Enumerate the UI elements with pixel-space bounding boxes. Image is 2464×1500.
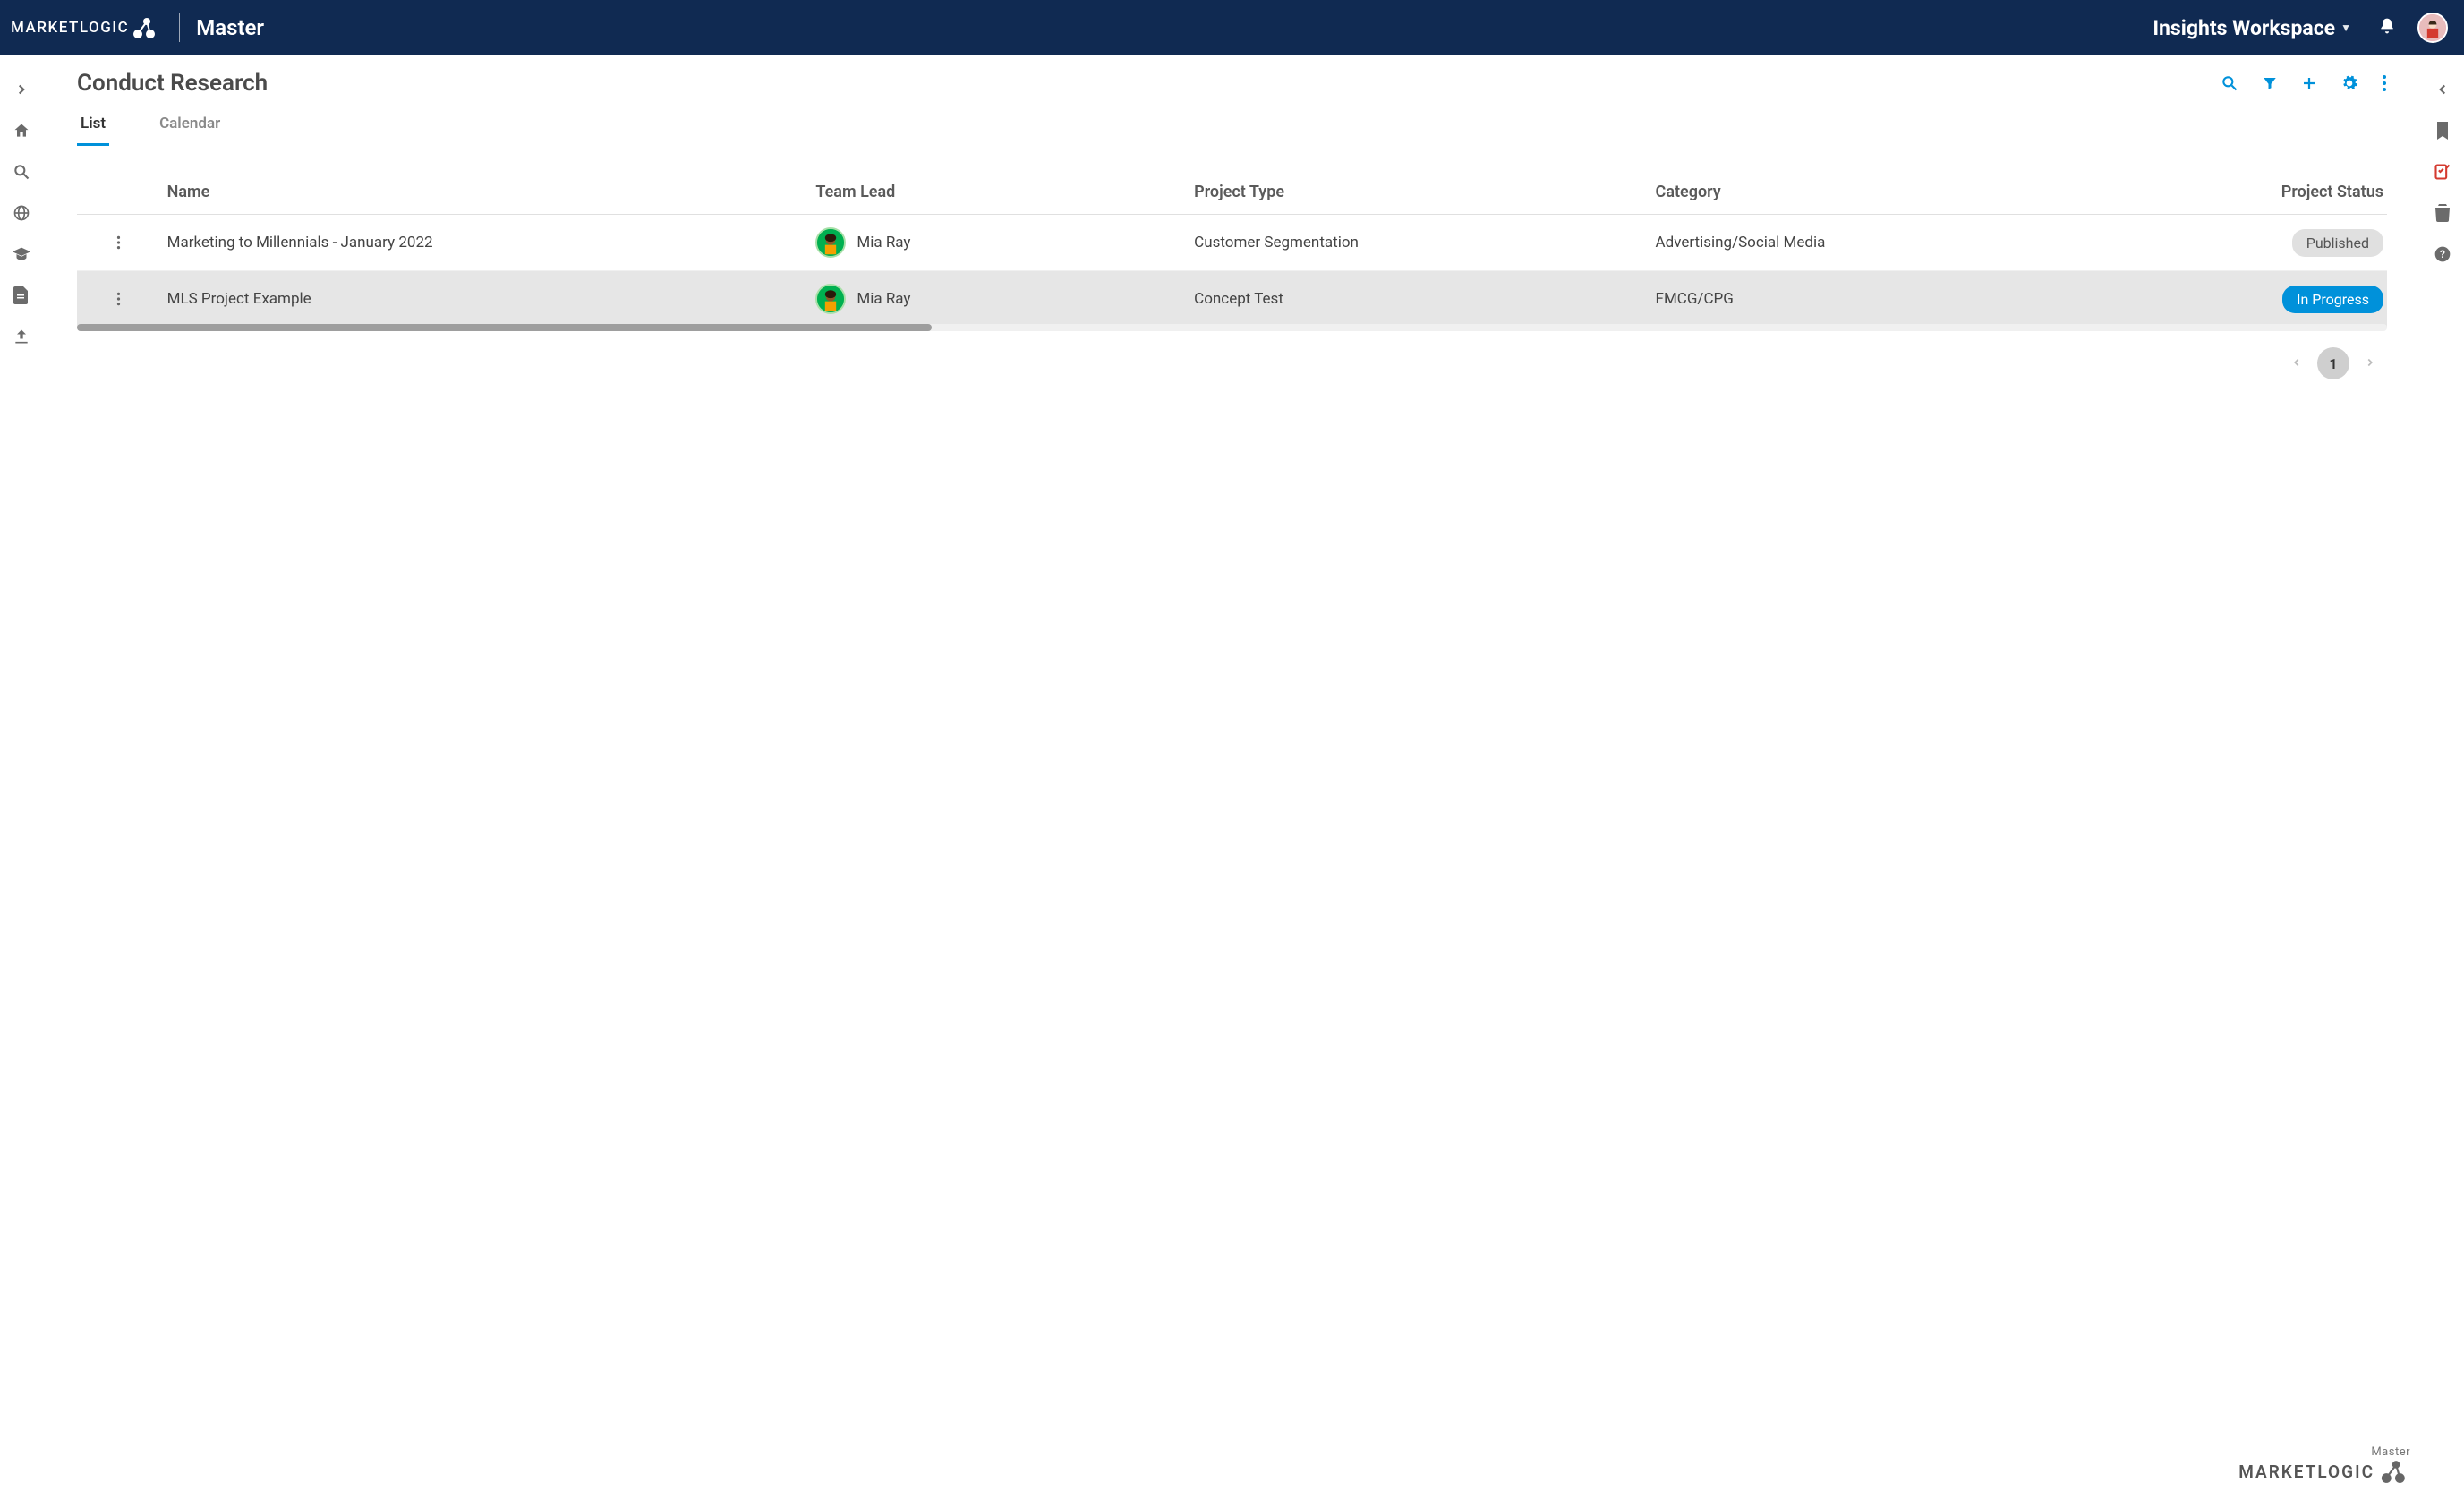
col-category[interactable]: Category bbox=[1649, 174, 2136, 215]
user-avatar[interactable] bbox=[2417, 13, 2448, 43]
cell-status: In Progress bbox=[2135, 271, 2387, 328]
nav-education[interactable] bbox=[11, 243, 32, 265]
notifications-button[interactable] bbox=[2378, 16, 2396, 39]
chevron-left-icon bbox=[2434, 81, 2451, 98]
tab-calendar[interactable]: Calendar bbox=[156, 115, 224, 146]
nav-search[interactable] bbox=[11, 161, 32, 183]
footer-brand: Master MARKETLOGIC bbox=[2238, 1445, 2410, 1484]
nav-upload[interactable] bbox=[11, 326, 32, 347]
page-next[interactable] bbox=[2360, 352, 2380, 376]
brand-logo[interactable]: MARKETLOGIC bbox=[11, 16, 159, 39]
toolbar-search-button[interactable] bbox=[2221, 74, 2238, 92]
page-title: Conduct Research bbox=[77, 70, 268, 97]
chevron-left-icon bbox=[2290, 356, 2303, 369]
toolbar-more-button[interactable] bbox=[2382, 74, 2387, 92]
scrollbar-thumb[interactable] bbox=[77, 324, 932, 331]
chevron-right-icon bbox=[2364, 356, 2376, 369]
workspace-label: Insights Workspace bbox=[2153, 16, 2335, 40]
tenant-name[interactable]: Master bbox=[196, 15, 264, 40]
toolbar-filter-button[interactable] bbox=[2262, 75, 2278, 91]
main-content: Conduct Research bbox=[43, 55, 2421, 1500]
globe-icon bbox=[13, 204, 30, 222]
row-menu-button[interactable] bbox=[84, 235, 153, 250]
tab-list[interactable]: List bbox=[77, 115, 109, 146]
projects-table: Name Team Lead Project Type Category Pro… bbox=[77, 174, 2387, 328]
brand-logo-icon bbox=[132, 16, 159, 39]
status-badge: In Progress bbox=[2282, 286, 2383, 313]
upload-icon bbox=[13, 328, 30, 345]
search-icon bbox=[2221, 74, 2238, 92]
gear-icon bbox=[2340, 74, 2358, 92]
right-nav-bookmark[interactable] bbox=[2432, 120, 2453, 141]
brand-divider bbox=[179, 13, 180, 42]
nav-documents[interactable] bbox=[11, 285, 32, 306]
cell-name[interactable]: MLS Project Example bbox=[160, 271, 809, 328]
nav-home[interactable] bbox=[11, 120, 32, 141]
horizontal-scrollbar[interactable] bbox=[77, 324, 2387, 331]
avatar-person-icon bbox=[2419, 13, 2446, 43]
right-nav: ? bbox=[2421, 55, 2464, 1500]
cell-name[interactable]: Marketing to Millennials - January 2022 bbox=[160, 215, 809, 271]
cell-project-type: Customer Segmentation bbox=[1187, 215, 1648, 271]
nav-globe[interactable] bbox=[11, 202, 32, 224]
col-team-lead[interactable]: Team Lead bbox=[808, 174, 1187, 215]
col-name[interactable]: Name bbox=[160, 174, 809, 215]
view-tabs: List Calendar bbox=[77, 115, 2387, 147]
team-lead-name: Mia Ray bbox=[857, 234, 910, 251]
page-toolbar bbox=[2221, 74, 2387, 92]
left-nav bbox=[0, 55, 43, 1500]
workspace-dropdown[interactable]: Insights Workspace ▼ bbox=[2153, 16, 2351, 40]
brand-logo-icon bbox=[2380, 1459, 2410, 1484]
expand-nav-button[interactable] bbox=[11, 79, 32, 100]
toolbar-add-button[interactable] bbox=[2301, 75, 2317, 91]
right-nav-tasks[interactable] bbox=[2432, 161, 2453, 183]
col-project-status[interactable]: Project Status bbox=[2135, 174, 2387, 215]
footer-sub: Master bbox=[2238, 1445, 2410, 1459]
cell-project-type: Concept Test bbox=[1187, 271, 1648, 328]
document-icon bbox=[13, 286, 30, 304]
page-prev[interactable] bbox=[2287, 352, 2306, 376]
team-lead-name: Mia Ray bbox=[857, 290, 910, 308]
chevron-right-icon bbox=[13, 81, 30, 98]
row-menu-button[interactable] bbox=[84, 292, 153, 306]
pagination: 1 bbox=[77, 347, 2387, 379]
collapse-right-nav-button[interactable] bbox=[2432, 79, 2453, 100]
graduation-cap-icon bbox=[12, 245, 31, 263]
trash-icon bbox=[2434, 204, 2451, 222]
team-lead-avatar bbox=[815, 227, 846, 258]
cell-status: Published bbox=[2135, 215, 2387, 271]
checklist-icon bbox=[2434, 163, 2451, 181]
search-icon bbox=[13, 163, 30, 181]
more-vertical-icon bbox=[116, 292, 121, 306]
filter-icon bbox=[2262, 75, 2278, 91]
cell-team-lead[interactable]: Mia Ray bbox=[808, 215, 1187, 271]
toolbar-settings-button[interactable] bbox=[2340, 74, 2358, 92]
plus-icon bbox=[2301, 75, 2317, 91]
bookmark-icon bbox=[2435, 122, 2450, 140]
caret-down-icon: ▼ bbox=[2340, 21, 2351, 34]
status-badge: Published bbox=[2292, 229, 2383, 257]
app-header: MARKETLOGIC Master Insights Workspace ▼ bbox=[0, 0, 2464, 55]
cell-category: FMCG/CPG bbox=[1649, 271, 2136, 328]
footer-brand-text: MARKETLOGIC bbox=[2238, 1462, 2374, 1482]
col-project-type[interactable]: Project Type bbox=[1187, 174, 1648, 215]
more-vertical-icon bbox=[116, 235, 121, 250]
right-nav-help[interactable]: ? bbox=[2432, 243, 2453, 265]
table-row[interactable]: MLS Project Example Mia Ray Concept TestFM… bbox=[77, 271, 2387, 328]
home-icon bbox=[13, 122, 30, 140]
svg-text:?: ? bbox=[2440, 248, 2445, 260]
bell-icon bbox=[2378, 16, 2396, 36]
help-icon: ? bbox=[2434, 245, 2451, 263]
brand-block: MARKETLOGIC bbox=[11, 13, 180, 42]
more-vertical-icon bbox=[2382, 74, 2387, 92]
brand-logo-text: MARKETLOGIC bbox=[11, 19, 129, 37]
cell-category: Advertising/Social Media bbox=[1649, 215, 2136, 271]
page-current[interactable]: 1 bbox=[2317, 347, 2349, 379]
table-row[interactable]: Marketing to Millennials - January 2022 M… bbox=[77, 215, 2387, 271]
team-lead-avatar bbox=[815, 284, 846, 314]
right-nav-trash[interactable] bbox=[2432, 202, 2453, 224]
cell-team-lead[interactable]: Mia Ray bbox=[808, 271, 1187, 328]
